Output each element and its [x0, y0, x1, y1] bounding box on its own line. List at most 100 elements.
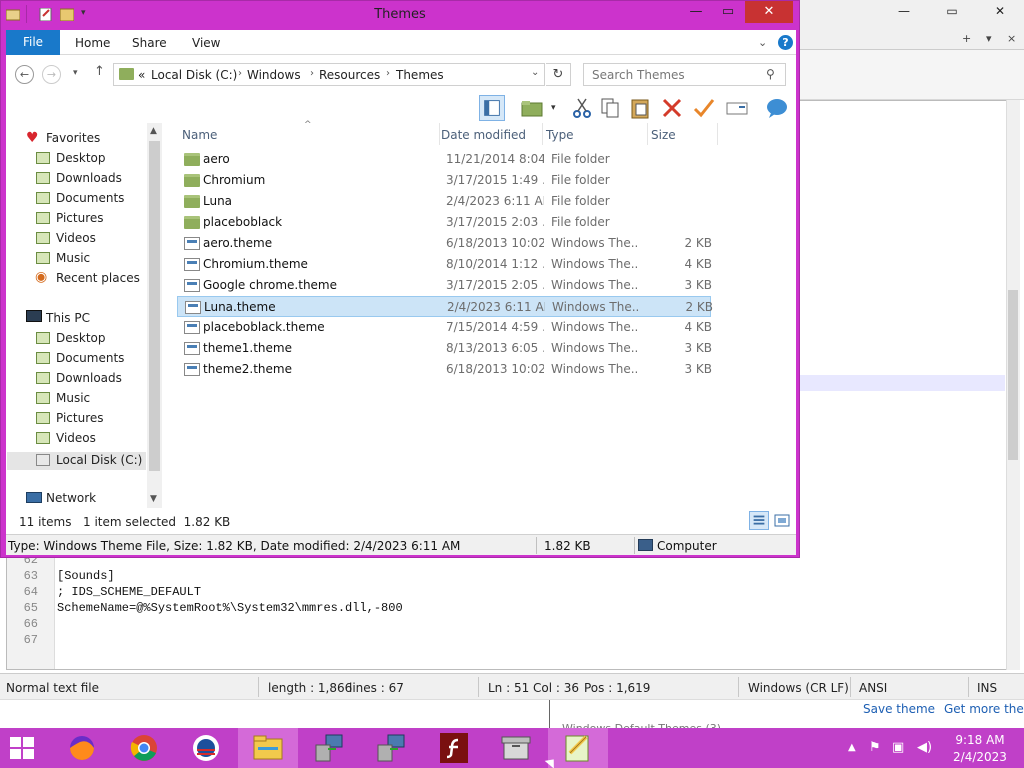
copy-icon[interactable] — [597, 95, 623, 121]
breadcrumb-overflow[interactable]: « — [138, 68, 145, 82]
taskbar-file-explorer[interactable] — [238, 728, 298, 768]
code-line[interactable]: ; IDS_SCHEME_DEFAULT — [57, 585, 201, 599]
back-button[interactable]: ← — [15, 65, 34, 84]
column-name[interactable]: Name — [182, 128, 217, 142]
breadcrumb-separator-icon[interactable]: › — [310, 68, 314, 79]
new-folder-icon[interactable] — [519, 95, 545, 121]
nav-pc-pictures[interactable]: Pictures — [56, 411, 104, 425]
close-button[interactable]: ✕ — [745, 1, 793, 23]
cut-icon[interactable] — [569, 95, 595, 121]
file-row[interactable]: theme1.theme 8/13/2013 6:05 ... Windows Th… — [177, 338, 712, 359]
taskbar-flash[interactable] — [424, 728, 484, 768]
new-tab-button[interactable]: + — [962, 32, 971, 45]
clock-time[interactable]: 9:18 AM — [952, 733, 1008, 747]
nav-fav-downloads[interactable]: Downloads — [56, 171, 122, 185]
nav-fav-videos[interactable]: Videos — [56, 231, 96, 245]
file-row[interactable]: placeboblack 3/17/2015 2:03 ... File folde… — [177, 212, 711, 233]
network-tray-icon[interactable]: ▣ — [892, 740, 904, 755]
tab-view[interactable]: View — [192, 36, 220, 50]
explorer-titlebar[interactable]: ▾ Themes — ▭ ✕ — [1, 1, 799, 29]
recent-locations-dropdown[interactable]: ▾ — [73, 68, 78, 78]
properties-icon[interactable] — [724, 95, 750, 121]
taskbar-network-setup[interactable] — [300, 728, 360, 768]
forward-button[interactable]: → — [42, 65, 61, 84]
breadcrumb-resources[interactable]: Resources — [319, 68, 380, 82]
nav-fav-desktop[interactable]: Desktop — [56, 151, 106, 165]
nav-pc-videos[interactable]: Videos — [56, 431, 96, 445]
start-button[interactable] — [0, 728, 50, 768]
navigation-pane-icon[interactable] — [479, 95, 505, 121]
code-line[interactable]: SchemeName=@%SystemRoot%\System32\mmres.… — [57, 601, 403, 615]
flag-icon[interactable]: ⚑ — [869, 740, 881, 755]
breadcrumb-themes[interactable]: Themes — [396, 68, 444, 82]
breadcrumb-local-disk[interactable]: Local Disk (C:) — [151, 68, 237, 82]
file-row[interactable]: Chromium.theme 8/10/2014 1:12 ... Windows … — [177, 254, 712, 275]
nav-pane-scroll-thumb[interactable] — [149, 141, 160, 471]
clock-date[interactable]: 2/4/2023 — [952, 750, 1008, 764]
maximize-button[interactable]: ▭ — [713, 1, 743, 23]
show-hidden-icons[interactable]: ▲ — [848, 742, 856, 753]
file-row[interactable]: Luna.theme 2/4/2023 6:11 AM Windows The...… — [177, 296, 713, 317]
nav-pc-desktop[interactable]: Desktop — [56, 331, 106, 345]
nav-pc-documents[interactable]: Documents — [56, 351, 124, 365]
nav-network[interactable]: Network — [46, 491, 96, 505]
delete-icon[interactable] — [659, 95, 685, 121]
breadcrumb-separator-icon[interactable]: › — [386, 68, 390, 79]
editor-scroll-thumb[interactable] — [1008, 290, 1018, 460]
up-button[interactable]: ↑ — [94, 64, 105, 79]
file-row[interactable]: placeboblack.theme 7/15/2014 4:59 ... Wind… — [177, 317, 712, 338]
nav-this-pc[interactable]: This PC — [46, 311, 90, 325]
address-bar[interactable]: « Local Disk (C:) › Windows › Resources … — [113, 63, 545, 86]
chat-bubble-icon[interactable] — [764, 95, 790, 121]
taskbar-network-setup-2[interactable] — [362, 728, 422, 768]
nav-favorites[interactable]: Favorites — [46, 131, 100, 145]
taskbar-firefox[interactable] — [52, 728, 112, 768]
column-size[interactable]: Size — [651, 128, 676, 142]
breadcrumb-windows[interactable]: Windows — [247, 68, 301, 82]
file-row[interactable]: aero.theme 6/18/2013 10:02... Windows The.… — [177, 233, 712, 254]
close-tab-button[interactable]: × — [1007, 32, 1016, 45]
taskbar-obama-logo[interactable] — [176, 728, 236, 768]
tab-share[interactable]: Share — [132, 36, 167, 50]
taskbar-chrome[interactable] — [114, 728, 174, 768]
save-theme-link[interactable]: Save theme — [863, 702, 935, 716]
scroll-down-icon[interactable]: ▼ — [150, 494, 157, 504]
address-dropdown-icon[interactable]: ⌄ — [531, 67, 539, 78]
notepad-maximize-button[interactable]: ▭ — [938, 4, 966, 22]
file-row[interactable]: Luna 2/4/2023 6:11 AM File folder — [177, 191, 711, 212]
help-icon[interactable]: ? — [778, 35, 793, 50]
nav-pc-downloads[interactable]: Downloads — [56, 371, 122, 385]
search-box[interactable]: Search Themes ⚲ — [583, 63, 786, 86]
taskbar-archive[interactable] — [486, 728, 546, 768]
breadcrumb-separator-icon[interactable]: › — [238, 68, 242, 79]
tab-list-dropdown[interactable]: ▾ — [986, 32, 992, 45]
large-icons-view-icon[interactable] — [772, 511, 792, 530]
nav-pc-local-disk[interactable]: Local Disk (C:) — [56, 453, 142, 467]
nav-pc-music[interactable]: Music — [56, 391, 90, 405]
tab-home[interactable]: Home — [75, 36, 110, 50]
nav-fav-recent-places[interactable]: Recent places — [56, 271, 140, 285]
file-row[interactable]: theme2.theme 6/18/2013 10:02... Windows Th… — [177, 359, 712, 380]
rename-icon[interactable] — [691, 95, 717, 121]
code-line[interactable]: [Sounds] — [57, 569, 115, 583]
file-row[interactable]: Google chrome.theme 3/17/2015 2:05 ... Win… — [177, 275, 712, 296]
new-folder-dropdown-icon[interactable]: ▾ — [551, 103, 556, 113]
search-input[interactable]: Search Themes — [592, 68, 685, 82]
details-view-icon[interactable] — [749, 511, 769, 530]
nav-fav-music[interactable]: Music — [56, 251, 90, 265]
file-row[interactable]: aero 11/21/2014 8:04... File folder — [177, 149, 711, 170]
column-date-modified[interactable]: Date modified — [441, 128, 526, 142]
tab-file[interactable]: File — [6, 30, 60, 55]
refresh-button[interactable]: ↻ — [546, 63, 571, 86]
minimize-button[interactable]: — — [681, 1, 711, 23]
expand-ribbon-icon[interactable]: ⌄ — [758, 36, 767, 49]
nav-fav-pictures[interactable]: Pictures — [56, 211, 104, 225]
notepad-close-button[interactable]: ✕ — [986, 4, 1014, 22]
file-row[interactable]: Chromium 3/17/2015 1:49 ... File folder — [177, 170, 711, 191]
column-type[interactable]: Type — [546, 128, 574, 142]
scroll-up-icon[interactable]: ▲ — [150, 126, 157, 136]
nav-fav-documents[interactable]: Documents — [56, 191, 124, 205]
volume-icon[interactable]: ◀) — [917, 740, 932, 755]
get-more-themes-link[interactable]: Get more them — [944, 702, 1024, 716]
paste-icon[interactable] — [627, 95, 653, 121]
